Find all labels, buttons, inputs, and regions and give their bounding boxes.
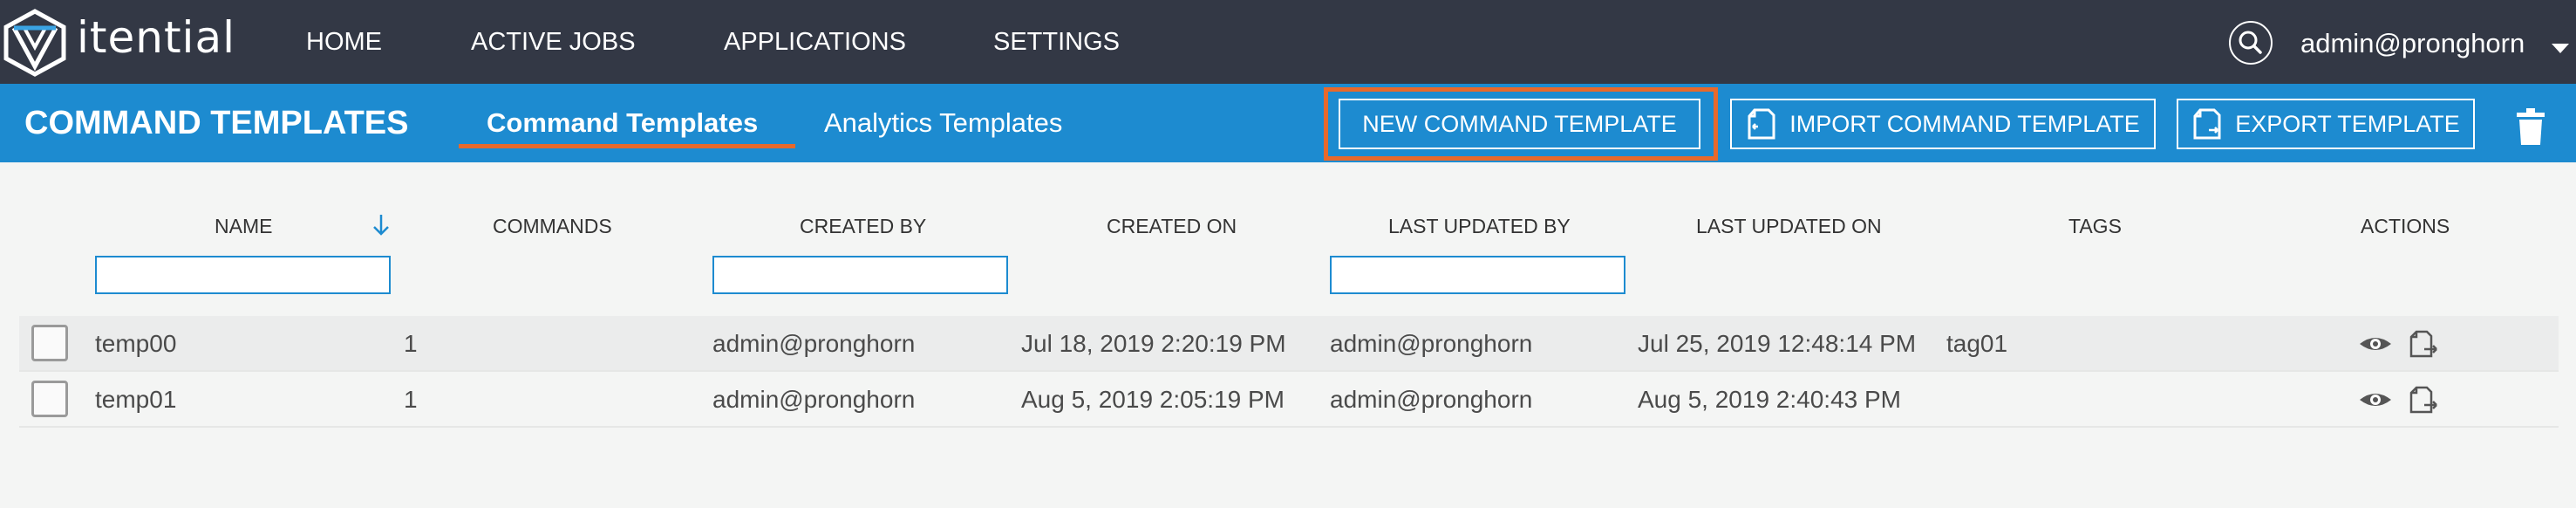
search-icon bbox=[2239, 31, 2262, 54]
row-checkbox[interactable] bbox=[31, 325, 68, 361]
column-header-last-updated-by[interactable]: LAST UPDATED BY bbox=[1388, 215, 1571, 238]
export-file-icon[interactable] bbox=[2407, 386, 2442, 414]
cell-last-updated-by: admin@pronghorn bbox=[1330, 330, 1533, 357]
tab-command-templates[interactable]: Command Templates bbox=[487, 107, 758, 139]
nav-settings[interactable]: SETTINGS bbox=[993, 28, 1120, 57]
column-header-last-updated-on[interactable]: LAST UPDATED ON bbox=[1696, 215, 1882, 238]
export-file-icon bbox=[2193, 108, 2221, 140]
import-command-template-button[interactable]: IMPORT COMMAND TEMPLATE bbox=[1730, 99, 2156, 149]
cell-last-updated-by: admin@pronghorn bbox=[1330, 386, 1533, 413]
cell-last-updated-on: Aug 5, 2019 2:40:43 PM bbox=[1638, 386, 1901, 413]
nav-home[interactable]: HOME bbox=[306, 28, 382, 57]
cell-commands: 1 bbox=[404, 330, 418, 357]
search-button[interactable] bbox=[2229, 21, 2273, 65]
row-checkbox[interactable] bbox=[31, 381, 68, 417]
cell-created-by: admin@pronghorn bbox=[712, 330, 916, 357]
column-header-commands[interactable]: COMMANDS bbox=[493, 215, 612, 238]
cell-name[interactable]: temp01 bbox=[95, 386, 176, 414]
column-header-created-by[interactable]: CREATED BY bbox=[800, 215, 926, 238]
new-command-template-button[interactable]: NEW COMMAND TEMPLATE bbox=[1339, 99, 1700, 149]
active-tab-indicator bbox=[459, 144, 795, 148]
new-command-template-label: NEW COMMAND TEMPLATE bbox=[1362, 110, 1677, 137]
last-updated-by-filter-input[interactable] bbox=[1330, 256, 1625, 294]
column-header-created-on[interactable]: CREATED ON bbox=[1107, 215, 1237, 238]
itential-logo-icon[interactable] bbox=[3, 9, 66, 77]
table-row[interactable]: temp00 1 admin@pronghorn Jul 18, 2019 2:… bbox=[19, 316, 2559, 372]
column-header-tags[interactable]: TAGS bbox=[2068, 215, 2122, 238]
top-nav bbox=[0, 0, 2576, 84]
cell-name[interactable]: temp00 bbox=[95, 330, 176, 358]
cell-last-updated-on: Jul 25, 2019 12:48:14 PM bbox=[1638, 330, 1917, 357]
column-header-actions: ACTIONS bbox=[2361, 215, 2450, 237]
sort-arrow-down-icon[interactable] bbox=[370, 211, 392, 237]
cell-created-by: admin@pronghorn bbox=[712, 386, 916, 413]
cell-created-on: Jul 18, 2019 2:20:19 PM bbox=[1021, 330, 1286, 357]
trash-icon[interactable] bbox=[2517, 108, 2545, 145]
column-header-name[interactable]: NAME bbox=[215, 215, 272, 238]
cell-created-on: Aug 5, 2019 2:05:19 PM bbox=[1021, 386, 1285, 413]
eye-icon[interactable] bbox=[2358, 330, 2393, 358]
chevron-down-icon[interactable] bbox=[2552, 44, 2569, 53]
export-template-label: EXPORT TEMPLATE bbox=[2235, 110, 2460, 137]
nav-applications[interactable]: APPLICATIONS bbox=[724, 28, 906, 57]
export-file-icon[interactable] bbox=[2407, 330, 2442, 358]
cell-commands: 1 bbox=[404, 386, 418, 413]
brand-name[interactable]: itential bbox=[77, 12, 235, 63]
name-filter-input[interactable] bbox=[95, 256, 391, 294]
page-title: COMMAND TEMPLATES bbox=[24, 105, 409, 141]
created-by-filter-input[interactable] bbox=[712, 256, 1008, 294]
export-template-button[interactable]: EXPORT TEMPLATE bbox=[2177, 99, 2475, 149]
import-file-icon bbox=[1748, 108, 1775, 140]
user-menu[interactable]: admin@pronghorn bbox=[2300, 28, 2525, 59]
table-row[interactable]: temp01 1 admin@pronghorn Aug 5, 2019 2:0… bbox=[19, 372, 2559, 428]
tab-analytics-templates[interactable]: Analytics Templates bbox=[824, 107, 1062, 139]
eye-icon[interactable] bbox=[2358, 386, 2393, 414]
nav-active-jobs[interactable]: ACTIVE JOBS bbox=[471, 28, 636, 57]
cell-tags: tag01 bbox=[1946, 330, 2008, 357]
import-command-template-label: IMPORT COMMAND TEMPLATE bbox=[1789, 110, 2140, 137]
